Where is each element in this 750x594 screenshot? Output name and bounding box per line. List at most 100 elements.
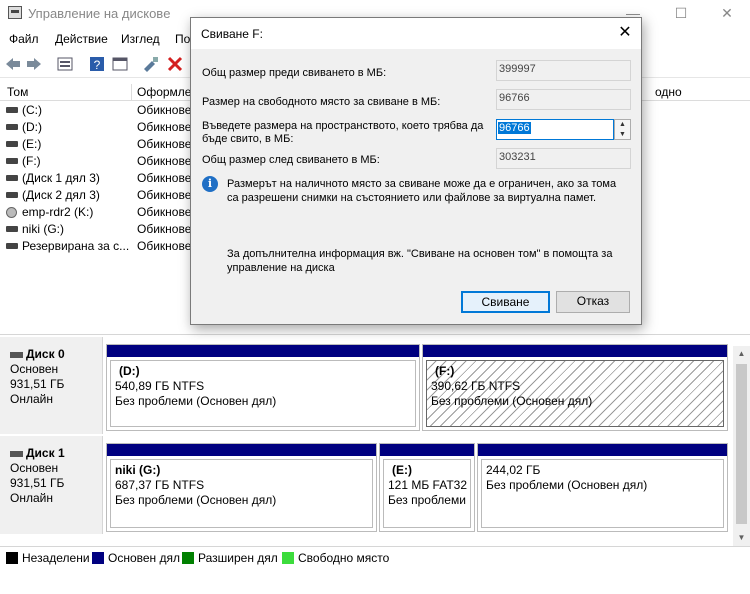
disk-type: Основен [10,461,59,475]
partition-body: (E:) 121 МБ FAT32 Без проблеми [383,459,471,528]
back-arrow-icon[interactable] [4,55,22,73]
total-after-value: 303231 [496,148,631,169]
legend-swatch [6,552,18,564]
volume-layout: Обикнове [137,154,192,168]
partition-e[interactable]: (E:) 121 МБ FAT32 Без проблеми [379,443,475,532]
partition-body: niki (G:) 687,37 ГБ NTFS Без проблеми (О… [110,459,373,528]
console-icon[interactable] [111,55,129,73]
partition-status: Без проблеми (Основен дял) [431,394,593,408]
drive-icon [6,158,18,164]
partition-info: 540,89 ГБ NTFS [115,379,205,393]
spin-down-icon[interactable]: ▼ [615,130,630,139]
partition-color-bar [107,444,376,456]
available-space-label: Размер на свободното място за свиване в … [202,96,441,108]
scroll-up-icon[interactable]: ▲ [733,346,750,362]
scrollbar-thumb[interactable] [736,364,747,524]
partition-status: Без проблеми [388,493,466,507]
properties-list-icon[interactable] [56,55,74,73]
disk-1-label[interactable]: Диск 1 Основен 931,51 ГБ Онлайн [0,436,103,534]
spin-up-icon[interactable]: ▲ [615,120,630,129]
dialog-close-button[interactable]: ✕ [609,18,641,48]
maximize-button[interactable]: ☐ [658,0,704,28]
volume-name: (Диск 1 дял 3) [22,171,100,185]
volume-layout: Обикнове [137,239,192,253]
volume-layout: Обикнове [137,171,192,185]
partition-color-bar [107,345,419,357]
legend-item: Основен дял [92,551,180,565]
disk-management-app-icon [8,6,22,19]
help-icon[interactable]: ? [88,55,106,73]
svg-text:?: ? [94,58,101,72]
disk-size: 931,51 ГБ [10,377,65,391]
window-title: Управление на дисковe [28,6,171,21]
close-window-button[interactable]: ✕ [704,0,750,28]
column-layout[interactable]: Оформле [137,85,191,99]
partition-status: Без проблеми (Основен дял) [486,478,648,492]
legend-label: Основен дял [108,551,181,565]
total-after-label: Общ размер след свиването в МБ: [202,154,380,166]
drive-icon [6,192,18,198]
partition-status: Без проблеми (Основен дял) [115,394,277,408]
partition-title: (E:) [392,463,412,477]
legend-swatch [182,552,194,564]
drive-icon [6,124,18,130]
volume-name: niki (G:) [22,222,64,236]
disk-size: 931,51 ГБ [10,476,65,490]
connect-icon[interactable] [142,55,160,73]
partition-unlabeled[interactable]: 244,02 ГБ Без проблеми (Основен дял) [477,443,728,532]
disk-0-label[interactable]: Диск 0 Основен 931,51 ГБ Онлайн [0,337,103,434]
volume-layout: Обикнове [137,205,192,219]
scroll-down-icon[interactable]: ▼ [733,530,750,546]
volume-name: (D:) [22,120,42,134]
volume-layout: Обикнове [137,103,192,117]
drive-icon [6,175,18,181]
disk-name: Диск 1 [26,446,65,460]
menu-action[interactable]: Действие [55,32,108,46]
partition-g[interactable]: niki (G:) 687,37 ГБ NTFS Без проблеми (О… [106,443,377,532]
shrink-amount-input[interactable]: 96766 [496,119,614,140]
partition-title: (D:) [119,364,140,378]
partition-f[interactable]: (F:) 390,62 ГБ NTFS Без проблеми (Основе… [422,344,728,431]
total-before-label: Общ размер преди свиването в МБ: [202,67,387,79]
partition-color-bar [423,345,727,357]
drive-icon [6,107,18,113]
dialog-title: Свиване F: [201,27,263,41]
volume-name: (Диск 2 дял 3) [22,188,100,202]
menu-file[interactable]: Файл [9,32,39,46]
volume-layout: Обикнове [137,222,192,236]
drive-icon [6,243,18,249]
forward-arrow-icon[interactable] [25,55,43,73]
menu-help[interactable]: По [175,32,190,46]
disk-icon [10,351,23,358]
legend-swatch [282,552,294,564]
volume-name: Резервирана за с... [22,239,130,253]
volume-name: emp-rdr2 (K:) [22,205,94,219]
legend-item: Разширен дял [182,551,278,565]
legend-item: Незаделени [6,551,90,565]
total-before-value: 399997 [496,60,631,81]
partition-info: 244,02 ГБ [486,463,541,477]
shrink-amount-spinner[interactable]: ▲ ▼ [614,119,631,140]
delete-icon[interactable] [166,55,184,73]
shrink-button[interactable]: Свиване [461,291,550,313]
disk-name: Диск 0 [26,347,65,361]
drive-icon [6,226,18,232]
info-icon: i [202,176,218,192]
volume-layout: Обикнове [137,188,192,202]
help-text[interactable]: За допълнителна информация вж. "Свиване … [227,247,627,275]
menu-view[interactable]: Изглед [121,32,160,46]
cancel-button[interactable]: Отказ [556,291,630,313]
disk-pane-scrollbar[interactable]: ▲ ▼ [733,346,750,546]
column-free[interactable]: одно [655,85,682,99]
available-space-value: 96766 [496,89,631,110]
partition-title: (F:) [435,364,455,378]
volume-name: (E:) [22,137,42,151]
legend-label: Свободно място [298,551,390,565]
cd-drive-icon [6,207,17,218]
column-volume[interactable]: Том [7,85,28,99]
shrink-dialog: Свиване F: ✕ Общ размер преди свиването … [190,17,642,325]
partition-title: niki (G:) [115,463,161,477]
partition-d[interactable]: (D:) 540,89 ГБ NTFS Без проблеми (Основе… [106,344,420,431]
shrink-amount-value: 96766 [498,122,531,134]
column-separator[interactable] [131,84,132,101]
